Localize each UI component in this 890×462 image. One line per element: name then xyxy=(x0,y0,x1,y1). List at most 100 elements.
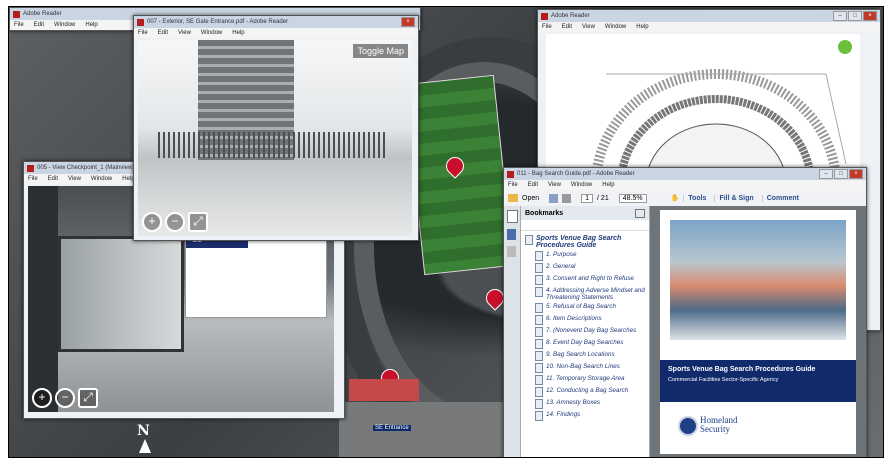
minimap-panel[interactable]: S2 xyxy=(185,230,327,318)
bookmark-icon xyxy=(535,339,543,349)
attachments-icon[interactable] xyxy=(507,246,516,257)
bookmark-item[interactable]: 7. (Nonevent Day Bag Searches xyxy=(535,327,645,337)
desktop-background: SE Entrance N Adobe Reader File Edit Win… xyxy=(8,6,884,458)
fill-sign-button[interactable]: Fill & Sign xyxy=(714,194,757,202)
menu-file[interactable]: File xyxy=(542,24,552,30)
parking-lot xyxy=(339,402,509,457)
menu-help[interactable]: Help xyxy=(636,24,648,30)
bookmark-icon xyxy=(535,363,543,373)
open-button[interactable]: Open xyxy=(522,195,539,202)
cover-title-band: Sports Venue Bag Search Procedures Guide… xyxy=(660,360,856,402)
bookmark-item[interactable]: 1. Purpose xyxy=(535,251,645,261)
bookmark-item[interactable]: 5. Refusal of Bag Search xyxy=(535,303,645,313)
bookmarks-options-icon[interactable] xyxy=(521,220,649,231)
bookmark-root[interactable]: Sports Venue Bag Search Procedures Guide xyxy=(525,235,645,249)
menu-edit[interactable]: Edit xyxy=(158,30,168,36)
menu-file[interactable]: File xyxy=(508,182,518,188)
document-page-cover[interactable]: Sports Venue Bag Search Procedures Guide… xyxy=(660,210,856,454)
bookmark-icon xyxy=(535,275,543,285)
toggle-map-button[interactable]: Toggle Map xyxy=(353,44,408,58)
bookmark-item[interactable]: 12. Conducting a Bag Search xyxy=(535,387,645,397)
menu-window[interactable]: Window xyxy=(571,182,592,188)
page-thumbnails-icon[interactable] xyxy=(507,210,518,223)
bookmark-item[interactable]: 10. Non-Bag Search Lines xyxy=(535,363,645,373)
close-button[interactable]: × xyxy=(863,11,877,21)
tools-button[interactable]: Tools xyxy=(683,194,710,202)
hand-tool-icon[interactable]: ✋ xyxy=(671,194,680,202)
menu-file[interactable]: File xyxy=(14,22,24,28)
zoom-in-icon[interactable]: + xyxy=(32,388,52,408)
bookmarks-panel-icon[interactable] xyxy=(507,229,516,240)
menu-window[interactable]: Window xyxy=(605,24,626,30)
zoom-out-icon[interactable]: − xyxy=(55,388,75,408)
bookmark-item[interactable]: 13. Amnesty Boxes xyxy=(535,399,645,409)
bookmark-label: 10. Non-Bag Search Lines xyxy=(546,363,620,370)
menu-window[interactable]: Window xyxy=(91,176,112,182)
navigation-pane-strip xyxy=(504,206,521,457)
bookmark-label: 8. Event Day Bag Searches xyxy=(546,339,624,346)
bookmark-label: 9. Bag Search Locations xyxy=(546,351,615,358)
close-panel-icon[interactable] xyxy=(635,208,645,218)
compass-label: N xyxy=(137,423,150,439)
zoom-in-icon[interactable]: + xyxy=(142,212,162,232)
adobe-reader-icon xyxy=(13,10,20,18)
menubar: File Edit View Window Help xyxy=(134,28,418,38)
bookmark-item[interactable]: 9. Bag Search Locations xyxy=(535,351,645,361)
close-button[interactable]: × xyxy=(401,17,415,27)
page-number-input[interactable]: 1 xyxy=(581,193,594,203)
reader-window-se-gate[interactable]: 007 - Exterior, SE Gate Entrance.pdf - A… xyxy=(133,15,419,241)
menu-window[interactable]: Window xyxy=(54,22,75,28)
menu-help[interactable]: Help xyxy=(602,182,614,188)
fullscreen-icon[interactable]: ⤢ xyxy=(188,212,208,232)
window-controls: – □ × xyxy=(833,11,877,21)
reader-window-bag-search-guide[interactable]: 011 - Bag Search Guide.pdf - Adobe Reade… xyxy=(503,167,867,457)
menu-help[interactable]: Help xyxy=(85,22,97,28)
minimize-button[interactable]: – xyxy=(819,169,833,179)
minimize-button[interactable]: – xyxy=(833,11,847,21)
save-icon[interactable] xyxy=(549,193,559,203)
bookmark-item[interactable]: 14. Findings xyxy=(535,411,645,421)
print-icon[interactable] xyxy=(562,193,572,203)
window-title: 005 - View Checkpoint_1 (Mainview).pdf xyxy=(37,165,145,171)
menu-view[interactable]: View xyxy=(582,24,595,30)
maximize-button[interactable]: □ xyxy=(848,11,862,21)
document-area[interactable]: Sports Venue Bag Search Procedures Guide… xyxy=(650,206,866,457)
close-button[interactable]: × xyxy=(849,169,863,179)
fullscreen-icon[interactable]: ⤢ xyxy=(78,388,98,408)
menu-file[interactable]: File xyxy=(138,30,148,36)
window-title: Adobe Reader xyxy=(551,13,590,19)
zoom-level-input[interactable]: 48.5% xyxy=(618,193,647,203)
menu-help[interactable]: Help xyxy=(232,30,244,36)
compass-arrow-icon xyxy=(139,439,151,453)
maximize-button[interactable]: □ xyxy=(834,169,848,179)
comment-button[interactable]: Comment xyxy=(761,194,803,202)
bookmark-item[interactable]: 4. Addressing Adverse Mindset and Threat… xyxy=(535,287,645,301)
bookmark-item[interactable]: 2. General xyxy=(535,263,645,273)
bookmark-item[interactable]: 8. Event Day Bag Searches xyxy=(535,339,645,349)
zoom-out-icon[interactable]: − xyxy=(165,212,185,232)
bookmark-label: 11. Temporary Storage Area xyxy=(546,375,625,382)
menu-edit[interactable]: Edit xyxy=(34,22,44,28)
menu-view[interactable]: View xyxy=(178,30,191,36)
menu-edit[interactable]: Edit xyxy=(528,182,538,188)
bookmark-icon xyxy=(535,375,543,385)
status-dot-icon xyxy=(838,40,852,54)
menu-view[interactable]: View xyxy=(548,182,561,188)
bookmark-label: 5. Refusal of Bag Search xyxy=(546,303,617,310)
panorama-wall xyxy=(28,186,58,412)
menu-window[interactable]: Window xyxy=(201,30,222,36)
panorama-view[interactable]: Toggle Map + − ⤢ xyxy=(138,40,412,236)
bookmark-label: 12. Conducting a Bag Search xyxy=(546,387,629,394)
menu-file[interactable]: File xyxy=(28,176,38,182)
bookmark-icon xyxy=(535,327,543,337)
bookmark-item[interactable]: 3. Consent and Right to Refuse xyxy=(535,275,645,285)
menu-view[interactable]: View xyxy=(68,176,81,182)
bookmark-icon xyxy=(535,263,543,273)
bookmarks-panel: Bookmarks Sports Venue Bag Search Proced… xyxy=(521,206,650,457)
menu-edit[interactable]: Edit xyxy=(48,176,58,182)
bookmark-item[interactable]: 11. Temporary Storage Area xyxy=(535,375,645,385)
zoom-controls: + − ⤢ xyxy=(142,212,208,232)
bookmark-item[interactable]: 6. Item Descriptions xyxy=(535,315,645,325)
menu-edit[interactable]: Edit xyxy=(562,24,572,30)
bookmark-label: 14. Findings xyxy=(546,411,581,418)
